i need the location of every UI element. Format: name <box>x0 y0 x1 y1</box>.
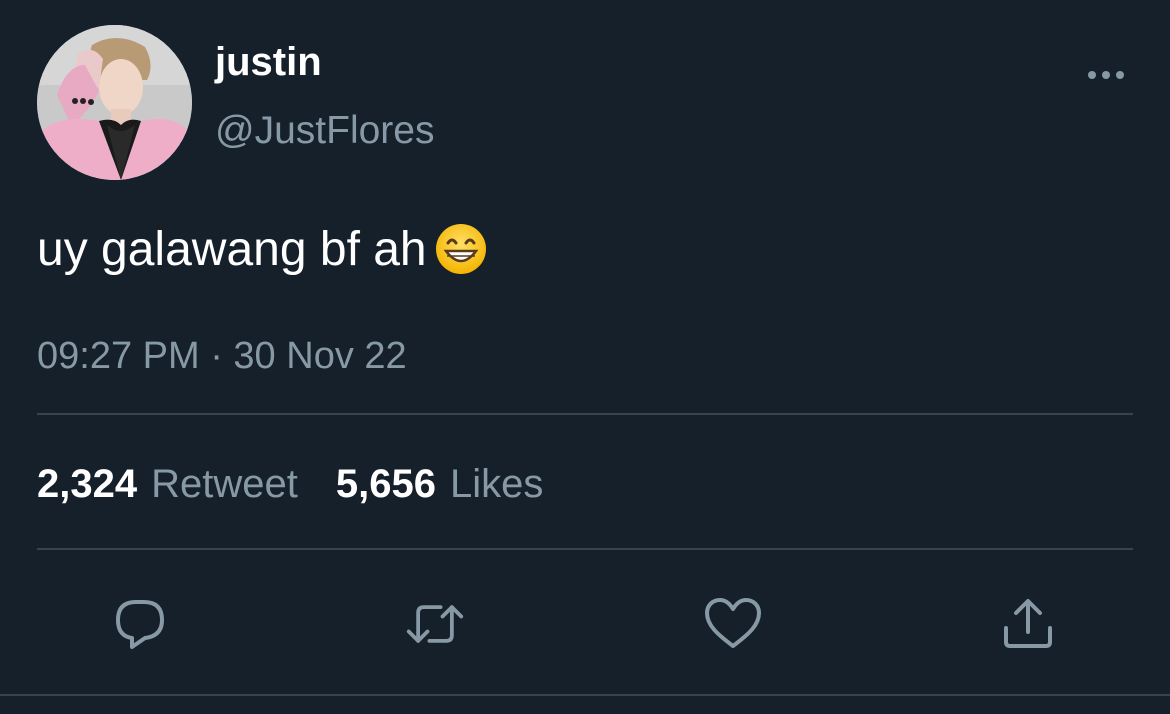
grinning-face-emoji-icon <box>435 224 486 274</box>
reply-button[interactable] <box>110 596 170 652</box>
divider <box>37 413 1133 415</box>
display-name[interactable]: justin <box>215 38 322 86</box>
share-button[interactable] <box>998 596 1058 652</box>
retweet-button[interactable] <box>405 596 465 652</box>
retweet-label: Retweet <box>151 462 298 506</box>
like-label: Likes <box>449 462 544 506</box>
heart-icon <box>705 598 761 648</box>
reply-icon <box>116 600 164 649</box>
retweet-stat[interactable]: 2,324 Retweet <box>37 462 298 506</box>
more-dots-icon <box>1088 71 1124 79</box>
tweet-text-content: uy galawang bf ah <box>37 223 427 276</box>
like-stat[interactable]: 5,656 Likes <box>336 462 544 506</box>
tweet-text: uy galawang bf ah <box>37 220 487 280</box>
divider <box>37 548 1133 550</box>
more-options-button[interactable] <box>1084 60 1128 90</box>
retweet-count: 2,324 <box>37 462 138 506</box>
like-button[interactable] <box>703 596 763 652</box>
share-icon <box>1004 599 1052 648</box>
tweet-stats: 2,324 Retweet 5,656 Likes <box>37 458 543 510</box>
tweet-detail: justin @JustFlores uy galawang bf ah 09:… <box>0 0 1170 714</box>
like-count: 5,656 <box>335 462 436 506</box>
user-handle[interactable]: @JustFlores <box>215 107 434 155</box>
profile-photo-icon <box>37 25 192 180</box>
retweet-icon <box>406 605 464 643</box>
divider <box>0 694 1170 696</box>
avatar[interactable] <box>37 25 192 180</box>
tweet-timestamp[interactable]: 09:27 PM · 30 Nov 22 <box>37 332 407 380</box>
